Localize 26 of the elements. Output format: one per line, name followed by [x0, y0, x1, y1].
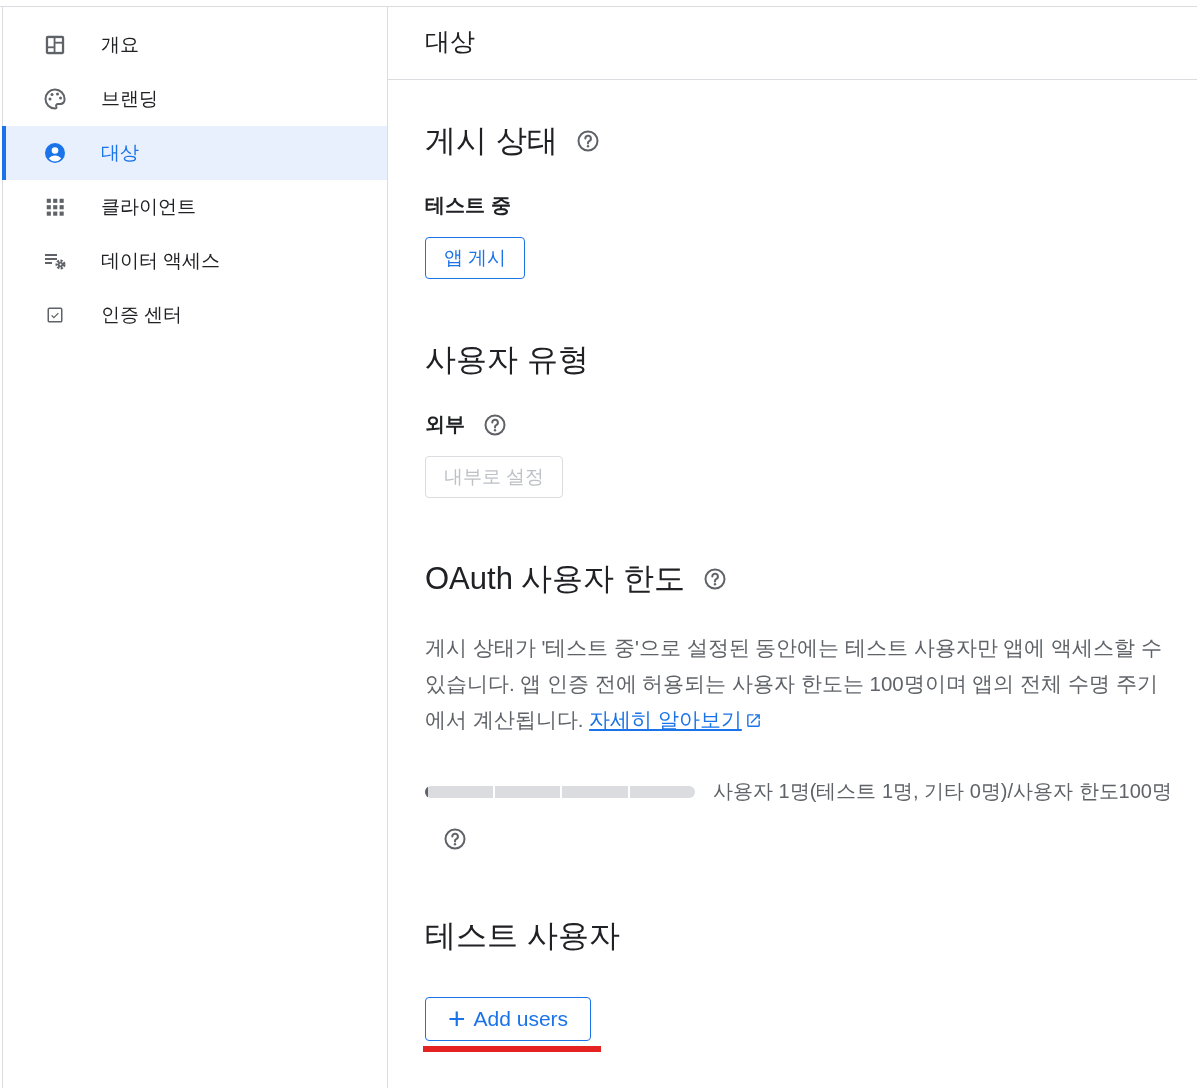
section-heading: 게시 상태 [425, 122, 558, 160]
sidebar-item[interactable]: 브랜딩 [2, 72, 387, 126]
sidebar-item[interactable]: 클라이언트 [2, 180, 387, 234]
sidebar-item[interactable]: 개요 [2, 18, 387, 72]
help-icon[interactable] [443, 827, 467, 851]
description-text: 게시 상태가 '테스트 중'으로 설정된 동안에는 테스트 사용자만 앱에 액세스할 수 있습니다. 앱 인증 전에 허용되는 사용자 한도는 100명이며 앱의 전체 수명 주기에서 계산됩니다. 자세히 알아보기 [425, 635, 1163, 733]
user-type: 외부 [425, 412, 465, 437]
external-link-icon [744, 712, 762, 729]
help-icon[interactable] [483, 412, 507, 437]
help-icon[interactable] [575, 129, 600, 153]
section-heading: 테스트 사용자 [425, 917, 620, 955]
sidebar-item[interactable]: 데이터 액세스 [2, 234, 387, 288]
add-users-button[interactable]: + Add users [425, 997, 592, 1041]
person-icon [43, 141, 67, 165]
help-icon[interactable] [703, 567, 728, 591]
learn-more-link[interactable]: 자세히 알아보기 [589, 708, 762, 731]
publish-app-button[interactable]: 앱 게시 [425, 237, 526, 279]
section-heading: 사용자 유형 [425, 341, 589, 379]
sidebar-item[interactable]: 대상 [2, 126, 387, 180]
publishing-status: 테스트 중 [425, 193, 511, 218]
palette-icon [43, 87, 67, 111]
sidebar-item[interactable]: 인증 센터 [2, 288, 387, 342]
usage-reading: 사용자 1명(테스트 1명, 기타 0명)/사용자 한도100명 [713, 779, 1172, 804]
dashboard-icon [43, 34, 67, 56]
section-heading: OAuth 사용자 한도 [425, 560, 686, 598]
page-title: 대상 [425, 25, 475, 57]
